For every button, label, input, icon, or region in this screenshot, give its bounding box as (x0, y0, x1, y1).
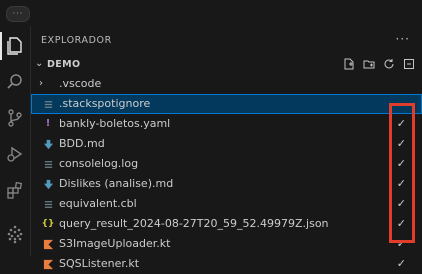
explorer-title-row: EXPLORADOR ··· (31, 32, 422, 50)
tree-item-bankly-boletos[interactable]: ! bankly-boletos.yaml ✓ (31, 114, 422, 134)
check-icon: ✓ (396, 257, 406, 270)
files-icon[interactable] (0, 28, 30, 64)
section-actions (342, 57, 416, 71)
tree-item-stackspotignore[interactable]: .stackspotignore (31, 94, 422, 114)
tree-item-sqslistener-kt[interactable]: SQSListener.kt ✓ (31, 254, 422, 274)
activity-bar (0, 26, 31, 256)
lines-icon (42, 98, 54, 110)
title-bar: ··· (0, 0, 422, 26)
lines-icon (42, 158, 54, 170)
window-controls[interactable]: ··· (6, 6, 30, 22)
tree-item-label: consolelog.log (59, 157, 139, 170)
workspace-section-header[interactable]: ⌄ DEMO (31, 56, 422, 74)
tree-item-label: bankly-boletos.yaml (59, 117, 171, 130)
refresh-icon[interactable] (382, 57, 396, 71)
lines-icon (42, 198, 54, 210)
workspace-name: DEMO (47, 59, 81, 70)
exclamation-icon: ! (45, 118, 51, 129)
file-tree: › .vscode .stackspotignore ! bankly-bole… (31, 74, 422, 274)
tree-item-dislikes-md[interactable]: Dislikes (analise).md ✓ (31, 174, 422, 194)
tree-item-vscode-folder[interactable]: › .vscode (31, 74, 422, 94)
more-actions-icon[interactable]: ··· (396, 32, 410, 46)
json-icon: {} (41, 219, 55, 229)
tree-item-equivalent-cbl[interactable]: equivalent.cbl ✓ (31, 194, 422, 214)
annotation-highlight-box (389, 103, 415, 243)
chevron-down-icon: ⌄ (35, 58, 44, 69)
explorer-title: EXPLORADOR (41, 35, 112, 46)
run-debug-icon[interactable] (0, 136, 30, 172)
tree-item-label: equivalent.cbl (59, 197, 137, 210)
chevron-right-icon: › (39, 78, 43, 89)
kotlin-icon (42, 258, 54, 270)
explorer-sidebar: EXPLORADOR ··· ⌄ DEMO › .vscode .stacksp… (31, 26, 422, 270)
tree-item-label: .vscode (59, 77, 102, 90)
tree-item-label: Dislikes (analise).md (59, 177, 174, 190)
tree-item-label: S3ImageUploader.kt (59, 237, 171, 250)
tree-item-bdd-md[interactable]: BDD.md ✓ (31, 134, 422, 154)
tree-item-label: SQSListener.kt (59, 257, 140, 270)
new-folder-icon[interactable] (362, 57, 376, 71)
stackspot-icon[interactable] (0, 216, 30, 252)
extensions-icon[interactable] (0, 172, 30, 208)
markdown-icon (42, 178, 54, 190)
collapse-all-icon[interactable] (402, 57, 416, 71)
search-icon[interactable] (0, 64, 30, 100)
tree-item-query-result-json[interactable]: {} query_result_2024-08-27T20_59_52.4997… (31, 214, 422, 234)
source-control-icon[interactable] (0, 100, 30, 136)
tree-item-label: .stackspotignore (59, 97, 151, 110)
tree-item-s3imageuploader-kt[interactable]: S3ImageUploader.kt ✓ (31, 234, 422, 254)
tree-item-label: BDD.md (59, 137, 105, 150)
new-file-icon[interactable] (342, 57, 356, 71)
kotlin-icon (42, 238, 54, 250)
tree-item-label: query_result_2024-08-27T20_59_52.49979Z.… (59, 217, 329, 230)
tree-item-consolelog[interactable]: consolelog.log ✓ (31, 154, 422, 174)
markdown-icon (42, 138, 54, 150)
